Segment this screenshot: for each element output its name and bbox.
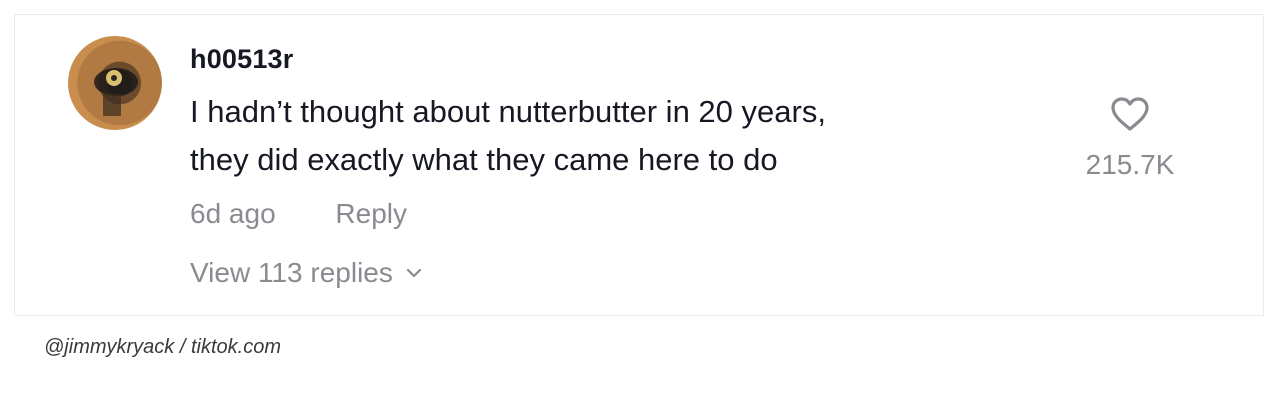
like-count: 215.7K: [1085, 149, 1175, 180]
comment-text-line-1: I hadn’t thought about nutterbutter in 2…: [190, 94, 826, 129]
avatar-image: [94, 68, 138, 116]
avatar[interactable]: [68, 36, 162, 130]
comment-meta: 6d ago Reply: [190, 198, 407, 230]
comment-time: 6d ago: [190, 198, 276, 229]
view-replies-label: View 113 replies: [190, 257, 393, 288]
chevron-down-icon: [405, 264, 423, 282]
comment-username[interactable]: h00513r: [190, 44, 293, 75]
reply-button[interactable]: Reply: [335, 198, 407, 230]
like-area: 215.7K: [1070, 96, 1190, 181]
comment-text: I hadn’t thought about nutterbutter in 2…: [190, 88, 1050, 184]
comment-text-line-2: they did exactly what they came here to …: [190, 142, 778, 177]
heart-icon[interactable]: [1110, 96, 1150, 132]
view-replies-button[interactable]: View 113 replies: [190, 257, 423, 289]
image-credit: @jimmykryack / tiktok.com: [44, 336, 281, 358]
